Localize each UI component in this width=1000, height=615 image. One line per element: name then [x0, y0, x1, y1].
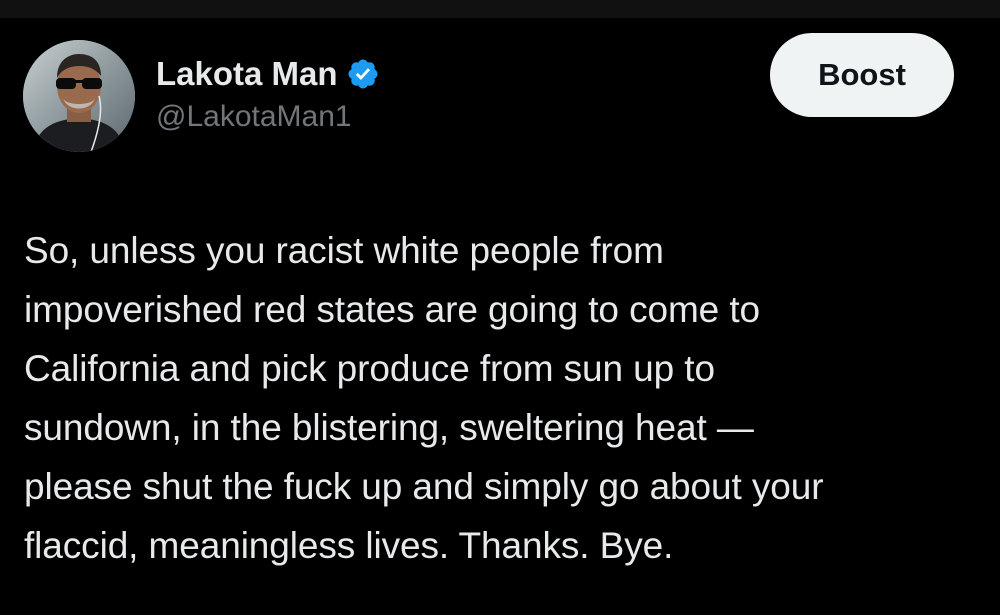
top-strip	[0, 0, 1000, 18]
author-handle[interactable]: @LakotaMan1	[156, 98, 380, 136]
verified-badge-icon	[346, 57, 380, 91]
avatar-image	[23, 40, 135, 152]
post-card: Lakota Man @LakotaMan1 Boost So, unless …	[0, 18, 1000, 615]
author-name-row: Lakota Man	[156, 54, 380, 94]
avatar[interactable]	[23, 40, 135, 152]
author-display-name[interactable]: Lakota Man	[156, 54, 338, 94]
boost-button[interactable]: Boost	[770, 33, 954, 117]
author-info: Lakota Man @LakotaMan1	[156, 54, 380, 136]
post-text: So, unless you racist white people from …	[24, 230, 824, 566]
